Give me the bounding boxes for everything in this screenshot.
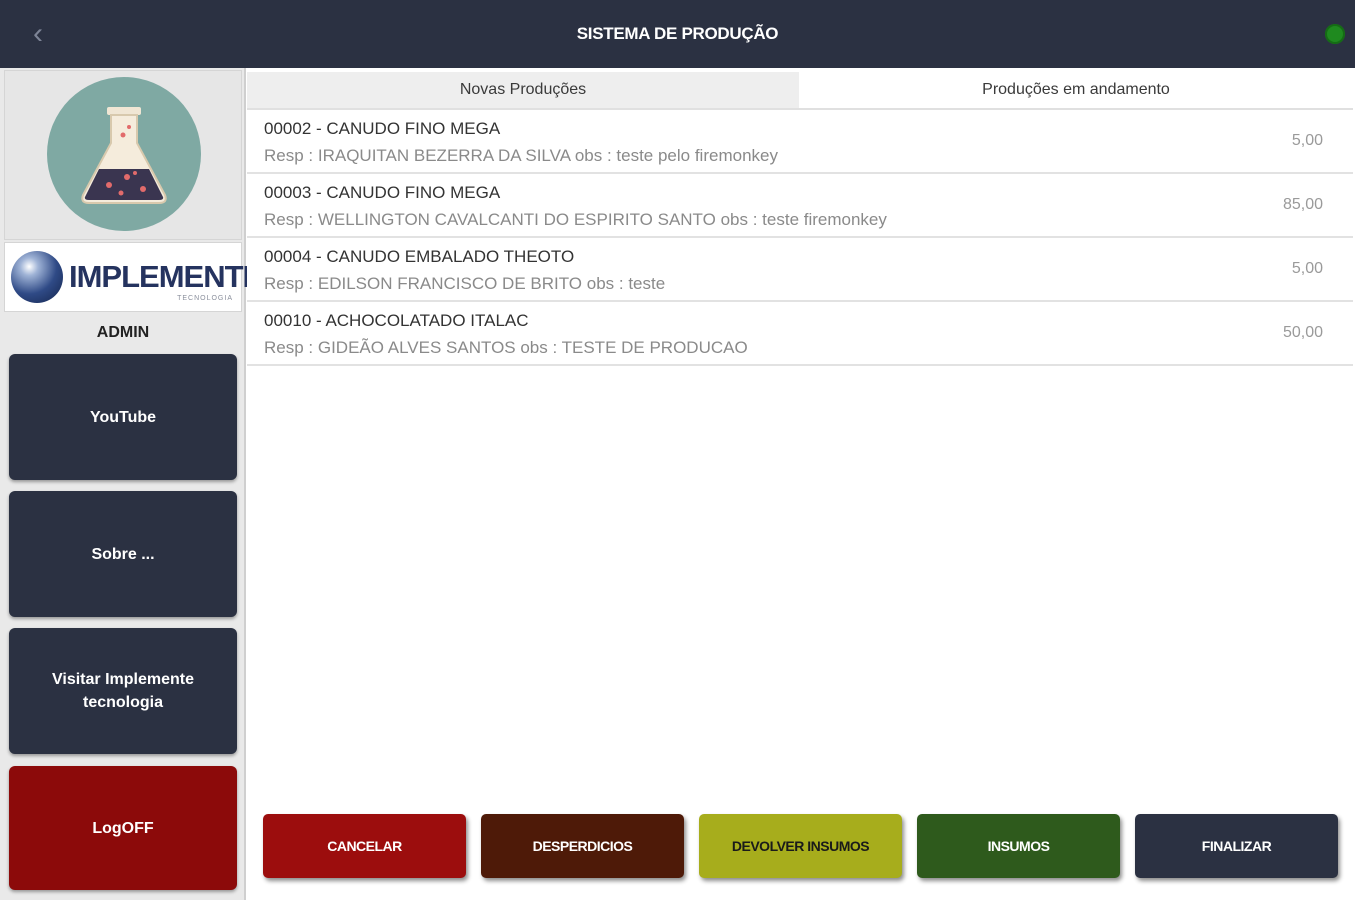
company-logo: IMPLEMENTE TECNOLOGIA <box>4 242 263 312</box>
status-indicator-icon <box>1325 24 1345 44</box>
title-bar: ‹ SISTEMA DE PRODUÇÃO <box>0 0 1355 68</box>
item-subtitle: Resp : GIDEÃO ALVES SANTOS obs : TESTE D… <box>264 338 748 357</box>
tab-bar: Novas Produções Produções em andamento <box>247 72 1353 110</box>
youtube-button[interactable]: YouTube <box>9 354 237 480</box>
globe-logo-icon <box>11 251 63 303</box>
item-title: 00010 - ACHOCOLATADO ITALAC <box>264 311 529 330</box>
avatar-panel <box>4 70 242 240</box>
logoff-button[interactable]: LogOFF <box>9 766 237 890</box>
logo-subtext: TECNOLOGIA <box>177 295 233 302</box>
item-title: 00002 - CANUDO FINO MEGA <box>264 119 501 138</box>
waste-button[interactable]: DESPERDICIOS <box>481 814 684 878</box>
main-panel: Novas Produções Produções em andamento 0… <box>247 68 1355 900</box>
return-supplies-button[interactable]: DEVOLVER INSUMOS <box>699 814 902 878</box>
flask-icon <box>81 107 167 204</box>
supplies-button[interactable]: INSUMOS <box>917 814 1120 878</box>
item-quantity: 50,00 <box>1282 324 1323 341</box>
app-title: SISTEMA DE PRODUÇÃO <box>576 24 779 43</box>
item-title: 00003 - CANUDO FINO MEGA <box>264 183 501 202</box>
item-subtitle: Resp : EDILSON FRANCISCO DE BRITO obs : … <box>264 274 666 293</box>
item-quantity: 85,00 <box>1282 196 1323 213</box>
item-subtitle: Resp : WELLINGTON CAVALCANTI DO ESPIRITO… <box>264 210 887 229</box>
cancel-button[interactable]: CANCELAR <box>263 814 466 878</box>
sidebar: IMPLEMENTE TECNOLOGIA ADMIN YouTube Sobr… <box>0 68 263 900</box>
about-button[interactable]: Sobre ... <box>9 491 237 617</box>
logo-text: IMPLEMENTE <box>69 259 263 294</box>
list-item[interactable]: 00003 - CANUDO FINO MEGA Resp : WELLINGT… <box>247 174 1353 238</box>
list-item[interactable]: 00010 - ACHOCOLATADO ITALAC Resp : GIDEÃ… <box>247 302 1353 366</box>
production-list: 00002 - CANUDO FINO MEGA Resp : IRAQUITA… <box>247 110 1353 366</box>
tab-novas-producoes[interactable]: Novas Produções <box>247 72 799 108</box>
visit-website-button[interactable]: Visitar Implemente tecnologia <box>9 628 237 754</box>
finish-button[interactable]: FINALIZAR <box>1135 814 1338 878</box>
item-quantity: 5,00 <box>1291 260 1323 277</box>
flask-avatar-icon <box>47 77 201 231</box>
list-item[interactable]: 00004 - CANUDO EMBALADO THEOTO Resp : ED… <box>247 238 1353 302</box>
list-item[interactable]: 00002 - CANUDO FINO MEGA Resp : IRAQUITA… <box>247 110 1353 174</box>
tab-producoes-em-andamento[interactable]: Produções em andamento <box>799 72 1353 108</box>
item-title: 00004 - CANUDO EMBALADO THEOTO <box>264 247 575 266</box>
user-name: ADMIN <box>96 324 150 341</box>
item-quantity: 5,00 <box>1291 132 1323 149</box>
item-subtitle: Resp : IRAQUITAN BEZERRA DA SILVA obs : … <box>264 146 778 165</box>
